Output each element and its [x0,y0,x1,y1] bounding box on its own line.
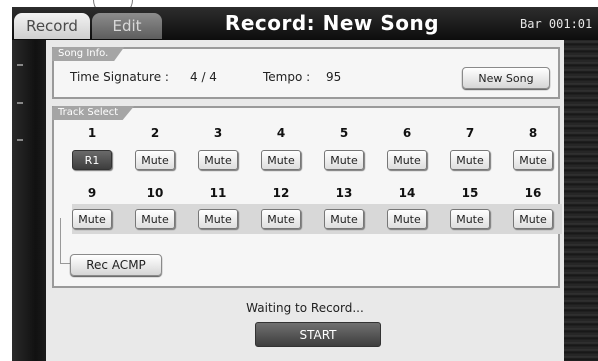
main-panel: Song Info. Time Signature : 4 / 4 Tempo … [46,40,564,361]
track-mute-button[interactable]: Mute [387,150,427,170]
track-number: 10 [146,186,164,200]
page-title: Record: New Song [224,11,440,35]
track-number: 6 [402,126,412,140]
track-mute-button[interactable]: Mute [450,209,490,229]
track-mute-button[interactable]: Mute [72,209,112,229]
track-record-button[interactable]: R1 [72,150,112,170]
track-number: 11 [209,186,227,200]
track-number: 12 [272,186,290,200]
status-text: Waiting to Record... [246,301,364,315]
track-mute-button[interactable]: Mute [261,150,301,170]
song-info-group: Song Info. Time Signature : 4 / 4 Tempo … [52,47,560,99]
song-info-label: Song Info. [52,47,125,61]
time-signature-label: Time Signature : [70,70,169,84]
track-mute-button[interactable]: Mute [198,150,238,170]
track-number: 4 [276,126,286,140]
left-side-strip [12,40,46,361]
device-screen: Record Edit Record: New Song Bar 001:01 … [12,7,598,361]
bar-readout: Bar 001:01 [520,17,593,31]
track-select-group: Track Select 1 R1 2 Mute 3 Mute 4 Mute 5 Mute 6 Mut… [52,106,562,288]
tempo-value: 95 [326,70,342,84]
track-mute-button[interactable]: Mute [513,150,553,170]
rec-acmp-connector [60,218,70,264]
track-number: 13 [335,186,353,200]
track-number: 1 [87,126,97,140]
track-number: 5 [339,126,349,140]
header-bar: Record Edit Record: New Song Bar 001:01 [12,7,598,40]
track-number: 16 [524,186,542,200]
track-mute-button[interactable]: Mute [135,209,175,229]
track-number: 8 [528,126,538,140]
new-song-button[interactable]: New Song [462,67,550,89]
track-mute-button[interactable]: Mute [387,209,427,229]
track-number: 9 [87,186,97,200]
track-number: 15 [461,186,479,200]
right-side-strip [564,40,598,361]
track-mute-button[interactable]: Mute [324,209,364,229]
start-button[interactable]: START [255,322,381,347]
track-number: 2 [150,126,160,140]
track-number: 3 [213,126,223,140]
track-number: 14 [398,186,416,200]
track-number: 7 [465,126,475,140]
track-mute-button[interactable]: Mute [261,209,301,229]
track-mute-button[interactable]: Mute [450,150,490,170]
rec-acmp-button[interactable]: Rec ACMP [70,254,162,276]
track-mute-button[interactable]: Mute [135,150,175,170]
track-mute-button[interactable]: Mute [513,209,553,229]
track-mute-button[interactable]: Mute [324,150,364,170]
tab-edit[interactable]: Edit [92,13,162,39]
track-mute-button[interactable]: Mute [198,209,238,229]
time-signature-value: 4 / 4 [190,70,217,84]
tab-record[interactable]: Record [14,13,90,39]
track-select-label: Track Select [52,106,135,120]
tempo-label: Tempo : [263,70,311,84]
